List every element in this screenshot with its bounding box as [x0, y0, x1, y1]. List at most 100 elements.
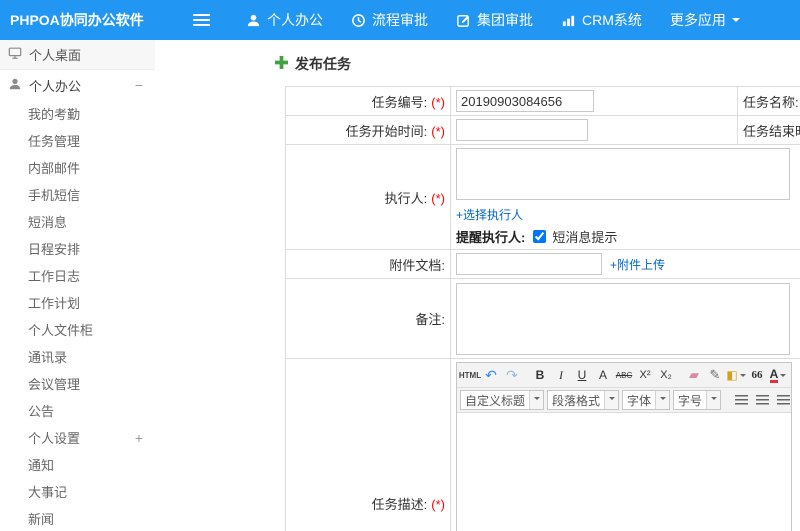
- nav-item-group-approval[interactable]: 集团审批: [442, 0, 547, 40]
- blockquote-button[interactable]: 66: [747, 365, 767, 385]
- sidebar-item-label: 个人文件柜: [28, 323, 94, 338]
- nav-item-process-approval[interactable]: 流程审批: [337, 0, 442, 40]
- bold-button[interactable]: B: [530, 365, 550, 385]
- top-navbar: PHPOA协同办公软件 个人办公 流程审批 集团审批 CRM系统 更多应用: [0, 0, 800, 40]
- task-number-input[interactable]: [456, 90, 594, 112]
- dropdown-label: 段落格式: [552, 393, 601, 408]
- task-form: 任务编号:(*) 任务名称:(*) 任务开始时间:(*): [285, 86, 800, 531]
- sidebar-item-label: 我的考勤: [28, 107, 81, 122]
- align-left-icon[interactable]: [731, 390, 751, 410]
- sidebar-item-events[interactable]: 大事记: [0, 478, 155, 505]
- paint-bucket-icon: ◧: [726, 368, 738, 382]
- sidebar-item-meeting[interactable]: 会议管理: [0, 370, 155, 397]
- format-brush-icon[interactable]: ✎: [705, 365, 725, 385]
- sidebar-item-schedule[interactable]: 日程安排: [0, 235, 155, 262]
- sidebar-item-label: 内部邮件: [28, 161, 81, 176]
- sidebar-item-file-cabinet[interactable]: 个人文件柜: [0, 316, 155, 343]
- sidebar-item-news[interactable]: 新闻: [0, 505, 155, 531]
- font-color-button[interactable]: A: [768, 365, 788, 385]
- sidebar-item-label: 个人设置: [28, 431, 81, 446]
- sidebar-item-internal-mail[interactable]: 内部邮件: [0, 154, 155, 181]
- align-center-icon[interactable]: [752, 390, 772, 410]
- sidebar-item-attendance[interactable]: 我的考勤: [0, 100, 155, 127]
- sidebar-item-desktop[interactable]: 个人桌面: [0, 40, 155, 70]
- caret-down-icon: [529, 391, 544, 409]
- main-content: 发布任务 任务编号:(*) 任务名称:(*) 任务开始时间:(: [155, 40, 800, 531]
- attachment-input[interactable]: [456, 253, 602, 275]
- sms-remind-checkbox[interactable]: [533, 230, 547, 243]
- nav-item-personal-office[interactable]: 个人办公: [232, 0, 337, 40]
- font-button[interactable]: A: [593, 365, 613, 385]
- sidebar-menu: 我的考勤 任务管理 内部邮件 手机短信 短消息 日程安排 工作日志 工作计划 个…: [0, 100, 155, 531]
- remind-executor-label: 提醒执行人:: [456, 230, 526, 245]
- pick-executor-link[interactable]: +选择执行人: [456, 208, 523, 222]
- fill-color-button[interactable]: ◧: [726, 365, 746, 385]
- paragraph-format-dropdown[interactable]: 段落格式: [547, 390, 620, 410]
- menu-toggle-icon[interactable]: [193, 14, 210, 26]
- sidebar-item-label: 个人桌面: [29, 48, 82, 63]
- eraser-icon[interactable]: ▰: [684, 365, 704, 385]
- html-source-button[interactable]: HTML: [459, 365, 481, 385]
- redo-icon[interactable]: ↷: [502, 365, 522, 385]
- desktop-icon: [8, 46, 22, 63]
- sidebar-item-sms[interactable]: 手机短信: [0, 181, 155, 208]
- nav-item-label: CRM系统: [582, 12, 642, 28]
- row-executor: 执行人: (*) +选择执行人 提醒执行人: 短消息提示: [285, 144, 800, 250]
- sidebar-item-label: 日程安排: [28, 242, 81, 257]
- start-time-label: 任务开始时间:: [345, 123, 428, 139]
- sidebar-item-label: 短消息: [28, 215, 68, 230]
- required-mark: (*): [431, 94, 445, 110]
- sidebar-item-short-message[interactable]: 短消息: [0, 208, 155, 235]
- collapse-icon[interactable]: −: [135, 77, 143, 93]
- remark-textarea[interactable]: [456, 282, 790, 355]
- sidebar-item-announcement[interactable]: 公告: [0, 397, 155, 424]
- description-label: 任务描述:: [371, 496, 428, 512]
- clock-icon: [351, 13, 366, 28]
- sidebar-item-task-management[interactable]: 任务管理: [0, 127, 155, 154]
- sidebar-item-work-log[interactable]: 工作日志: [0, 262, 155, 289]
- start-time-input[interactable]: [456, 119, 588, 141]
- font-family-dropdown[interactable]: 字体: [622, 390, 671, 410]
- nav-item-more-apps[interactable]: 更多应用: [656, 0, 754, 40]
- sidebar-item-personal-settings[interactable]: 个人设置 +: [0, 424, 155, 451]
- superscript-button[interactable]: X²: [635, 365, 655, 385]
- attachment-upload-link[interactable]: +附件上传: [610, 256, 665, 273]
- row-remark: 备注:: [285, 278, 800, 359]
- nav-item-label: 流程审批: [372, 12, 428, 28]
- caret-down-icon: [706, 391, 721, 409]
- editor-toolbar-row2: 自定义标题 段落格式 字体 字号: [457, 388, 791, 413]
- sidebar-item-label: 任务管理: [28, 134, 81, 149]
- dropdown-label: 自定义标题: [465, 393, 526, 408]
- sidebar-section-personal-office[interactable]: 个人办公 −: [0, 70, 155, 100]
- sidebar-item-label: 工作计划: [28, 296, 81, 311]
- undo-icon[interactable]: ↶: [481, 365, 501, 385]
- font-size-dropdown[interactable]: 字号: [673, 390, 722, 410]
- editor-content-area[interactable]: [457, 413, 791, 531]
- sidebar-item-work-plan[interactable]: 工作计划: [0, 289, 155, 316]
- sidebar-item-label: 通知: [28, 458, 55, 473]
- caret-down-icon: [604, 391, 619, 409]
- italic-button[interactable]: I: [551, 365, 571, 385]
- end-time-label: 任务结束时间:: [743, 123, 800, 139]
- attachment-label: 附件文档:: [389, 257, 445, 273]
- custom-title-dropdown[interactable]: 自定义标题: [460, 390, 545, 410]
- align-right-icon[interactable]: [773, 390, 793, 410]
- app-logo: PHPOA协同办公软件: [10, 12, 144, 28]
- task-number-label: 任务编号:: [371, 94, 428, 110]
- executor-textarea[interactable]: [456, 148, 790, 200]
- rich-text-editor: HTML ↶ ↷ B I U A ABC X² X₂ ▰ ✎ ◧ 66 A 自定…: [456, 362, 792, 531]
- caret-down-icon: [739, 374, 746, 380]
- sidebar: 个人桌面 个人办公 − 我的考勤 任务管理 内部邮件 手机短信 短消息 日程安排…: [0, 40, 155, 531]
- strikethrough-button[interactable]: ABC: [614, 365, 634, 385]
- sidebar-item-contacts[interactable]: 通讯录: [0, 343, 155, 370]
- nav-item-crm[interactable]: CRM系统: [547, 0, 656, 40]
- sidebar-item-notice[interactable]: 通知: [0, 451, 155, 478]
- page-title: 发布任务: [275, 54, 800, 74]
- subscript-button[interactable]: X₂: [656, 365, 676, 385]
- row-description: 任务描述: (*) HTML ↶ ↷ B I U A ABC X² X₂ ▰ ✎…: [285, 358, 800, 531]
- underline-button[interactable]: U: [572, 365, 592, 385]
- dropdown-label: 字体: [627, 393, 652, 408]
- nav-item-label: 个人办公: [267, 12, 323, 28]
- expand-icon[interactable]: +: [135, 430, 143, 446]
- nav-item-label: 集团审批: [477, 12, 533, 28]
